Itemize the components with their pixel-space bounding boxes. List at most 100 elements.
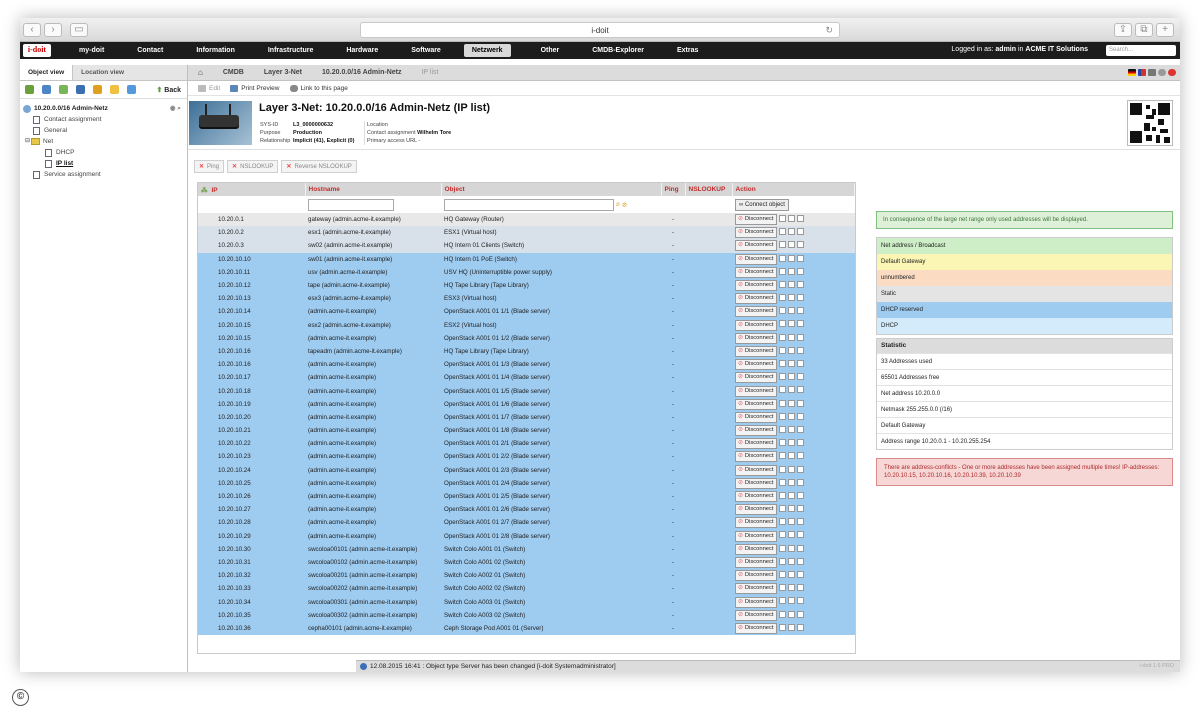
disconnect-button[interactable]: ⊘ Disconnect (735, 609, 777, 621)
edit-icon[interactable] (787, 623, 795, 631)
object-cell[interactable]: Switch Colo A001 02 (Switch) (441, 555, 661, 570)
list-icon[interactable] (778, 584, 786, 592)
disconnect-button[interactable]: ⊘ Disconnect (735, 622, 777, 634)
list-icon[interactable] (778, 571, 786, 579)
image-icon[interactable] (796, 452, 804, 460)
share-icon[interactable]: ⇪ (1114, 23, 1132, 37)
object-cell[interactable]: Switch Colo A003 02 (Switch) (441, 608, 661, 622)
col-action[interactable]: Action (732, 183, 855, 196)
table-row[interactable]: 10.20.10.15 esx2 (admin.acme-it.example)… (198, 318, 855, 332)
list-icon[interactable] (778, 294, 786, 302)
expand-icon[interactable] (42, 85, 51, 94)
tree-item-net[interactable]: ⊟ Net (23, 136, 187, 147)
gear-icon[interactable] (1158, 69, 1166, 76)
table-row[interactable]: 10.20.10.26 (admin.acme-it.example) Open… (198, 489, 855, 504)
nav-contact[interactable]: Contact (137, 47, 180, 54)
object-cell[interactable]: OpenStack A001 01 2/7 (Blade server) (441, 516, 661, 530)
list-icon[interactable] (778, 412, 786, 420)
edit-icon[interactable] (787, 557, 795, 565)
edit-icon[interactable] (787, 320, 795, 328)
user-icon[interactable] (1148, 69, 1156, 76)
disconnect-button[interactable]: ⊘ Disconnect (735, 227, 777, 239)
image-icon[interactable] (796, 254, 804, 262)
edit-icon[interactable] (787, 610, 795, 618)
image-icon[interactable] (796, 280, 804, 288)
table-row[interactable]: 10.20.10.23 (admin.acme-it.example) Open… (198, 450, 855, 464)
list-icon[interactable] (778, 439, 786, 447)
disconnect-button[interactable]: ⊘ Disconnect (735, 517, 777, 529)
edit-icon[interactable] (787, 294, 795, 302)
disconnect-button[interactable]: ⊘ Disconnect (735, 477, 777, 489)
image-icon[interactable] (796, 623, 804, 631)
reverse-nslookup-button[interactable]: ✕ Reverse NSLOOKUP (281, 160, 357, 173)
edit-icon[interactable] (787, 241, 795, 249)
edit-icon[interactable] (787, 333, 795, 341)
image-icon[interactable] (796, 571, 804, 579)
disconnect-button[interactable]: ⊘ Disconnect (735, 253, 777, 265)
list-icon[interactable] (778, 360, 786, 368)
reload-icon[interactable]: ↻ (825, 23, 833, 38)
table-row[interactable]: 10.20.10.12 tape (admin.acme-it.example)… (198, 278, 855, 293)
object-cell[interactable]: OpenStack A001 01 2/1 (Blade server) (441, 437, 661, 451)
image-icon[interactable] (796, 478, 804, 486)
image-icon[interactable] (796, 294, 804, 302)
disconnect-button[interactable]: ⊘ Disconnect (735, 411, 777, 423)
object-cell[interactable]: OpenStack A001 01 1/2 (Blade server) (441, 331, 661, 345)
qr-code[interactable] (1127, 100, 1173, 146)
image-icon[interactable] (796, 412, 804, 420)
table-row[interactable]: 10.20.10.28 (admin.acme-it.example) Open… (198, 516, 855, 530)
list-icon[interactable] (778, 544, 786, 552)
edit-icon[interactable] (787, 307, 795, 315)
object-cell[interactable]: OpenStack A001 01 1/5 (Blade server) (441, 384, 661, 398)
object-cell[interactable]: ESX1 (Virtual host) (441, 226, 661, 240)
tree-item-contact-assignment[interactable]: Contact assignment (23, 114, 187, 125)
search-icon[interactable]: ⌕ (616, 199, 620, 208)
contact-value[interactable]: Wilhelm Tore (417, 130, 451, 136)
login-org[interactable]: ACME IT Solutions (1025, 46, 1088, 53)
col-ping[interactable]: Ping (661, 183, 686, 196)
edit-icon[interactable] (787, 214, 795, 222)
image-icon[interactable] (796, 320, 804, 328)
image-icon[interactable] (796, 267, 804, 275)
disconnect-button[interactable]: ⊘ Disconnect (735, 332, 777, 344)
disconnect-button[interactable]: ⊘ Disconnect (735, 385, 777, 397)
edit-icon[interactable] (787, 478, 795, 486)
object-cell[interactable]: ESX2 (Virtual host) (441, 318, 661, 332)
table-row[interactable]: 10.20.10.18 (admin.acme-it.example) Open… (198, 384, 855, 398)
login-user[interactable]: admin (995, 46, 1016, 53)
list-icon[interactable] (778, 307, 786, 315)
flag-de-icon[interactable] (1128, 69, 1136, 76)
edit-button[interactable]: Edit (198, 84, 220, 92)
detach-icon[interactable]: ⊘ (622, 201, 627, 208)
edit-icon[interactable] (787, 399, 795, 407)
nav-hardware[interactable]: Hardware (346, 47, 395, 54)
col-nslookup[interactable]: NSLOOKUP (685, 183, 733, 196)
object-cell[interactable]: HQ Intern 01 Clients (Switch) (441, 239, 661, 253)
list-icon[interactable] (778, 280, 786, 288)
nav-my-doit[interactable]: my-doit (79, 47, 121, 54)
list-icon[interactable] (778, 623, 786, 631)
ping-button[interactable]: ✕ Ping (194, 160, 225, 173)
object-cell[interactable]: OpenStack A001 01 1/4 (Blade server) (441, 371, 661, 385)
breadcrumb-object[interactable]: 10.20.0.0/16 Admin-Netz (312, 69, 412, 76)
nav-extras[interactable]: Extras (677, 47, 715, 54)
table-row[interactable]: 10.20.0.3 sw02 (admin.acme-it.example) H… (198, 239, 855, 253)
table-row[interactable]: 10.20.10.17 (admin.acme-it.example) Open… (198, 371, 855, 385)
list-icon[interactable] (778, 333, 786, 341)
breadcrumb-layer3-net[interactable]: Layer 3-Net (254, 69, 312, 76)
tree-item-ip-list[interactable]: IP list (23, 158, 187, 169)
address-bar[interactable]: i-doit ↻ (360, 22, 840, 38)
object-cell[interactable]: HQ Gateway (Router) (441, 213, 661, 227)
list-icon[interactable] (778, 399, 786, 407)
list-icon[interactable] (778, 386, 786, 394)
disconnect-button[interactable]: ⊘ Disconnect (735, 359, 777, 371)
disconnect-button[interactable]: ⊘ Disconnect (735, 372, 777, 384)
disconnect-button[interactable]: ⊘ Disconnect (735, 583, 777, 595)
image-icon[interactable] (796, 439, 804, 447)
object-cell[interactable]: OpenStack A001 01 1/6 (Blade server) (441, 397, 661, 411)
edit-icon[interactable] (787, 267, 795, 275)
lock-icon[interactable] (93, 85, 102, 94)
edit-icon[interactable] (787, 597, 795, 605)
table-row[interactable]: 10.20.10.31 swcoloa00102 (admin.acme-it.… (198, 555, 855, 570)
table-row[interactable]: 10.20.10.20 (admin.acme-it.example) Open… (198, 410, 855, 424)
